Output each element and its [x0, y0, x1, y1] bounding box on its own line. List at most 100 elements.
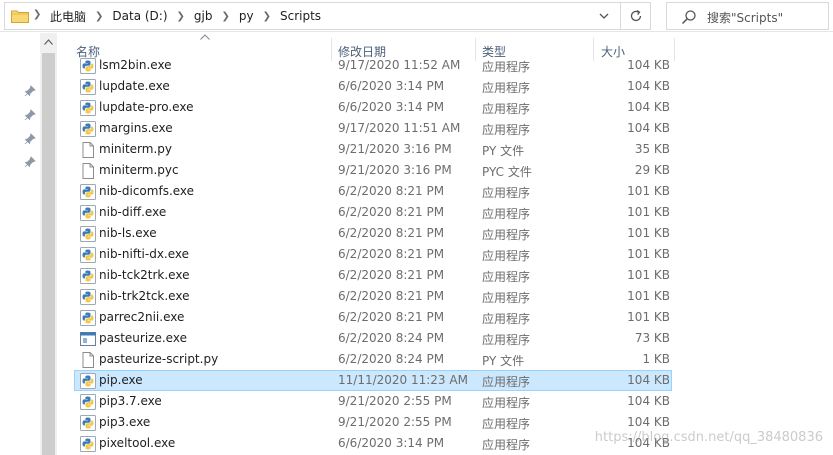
file-row[interactable]: pasteurize.exe 6/2/2020 8:24 PM 应用程序 73 KB — [74, 328, 672, 349]
file-row[interactable]: miniterm.pyc 9/21/2020 3:16 PM PYC 文件 29 KB — [74, 160, 672, 181]
file-date-modified: 6/2/2020 8:21 PM — [338, 268, 445, 282]
file-row[interactable]: nib-diff.exe 6/2/2020 8:21 PM 应用程序 101 KB — [74, 202, 672, 223]
file-row[interactable]: miniterm.py 9/21/2020 3:16 PM PY 文件 35 KB — [74, 139, 672, 160]
file-type: 应用程序 — [482, 291, 531, 305]
scroll-up-arrow-icon[interactable] — [44, 39, 53, 45]
file-name: nib-nifti-dx.exe — [99, 247, 190, 261]
file-row[interactable]: lupdate.exe 6/6/2020 3:14 PM 应用程序 104 KB — [74, 76, 672, 97]
scrollbar-thumb[interactable] — [42, 53, 55, 455]
search-icon — [681, 10, 696, 25]
pin-icon[interactable] — [24, 133, 36, 145]
file-row[interactable]: pasteurize-script.py 6/2/2020 8:24 PM PY 文… — [74, 349, 672, 370]
file-name: pip3.exe — [99, 415, 151, 429]
file-size: 101 KB — [627, 247, 670, 261]
file-size: 35 KB — [634, 142, 670, 156]
address-bar[interactable]: ❯ 此电脑 ❯ Data (D:) ❯ gjb ❯ py ❯ Scripts — [4, 2, 621, 30]
file-name: nib-ls.exe — [99, 226, 157, 240]
file-row[interactable]: parrec2nii.exe 6/2/2020 8:21 PM 应用程序 101 KB — [74, 307, 672, 328]
file-type: PYC 文件 — [482, 165, 532, 179]
breadcrumb-item-scripts[interactable]: Scripts — [277, 9, 324, 23]
file-row[interactable]: pixeltool.exe 6/6/2020 3:14 PM 应用程序 104 KB — [74, 433, 672, 454]
python-exe-icon — [80, 247, 96, 263]
file-type: 应用程序 — [482, 396, 531, 410]
file-row[interactable]: lupdate-pro.exe 6/6/2020 3:14 PM 应用程序 104 K… — [74, 97, 672, 118]
file-size: 104 KB — [627, 373, 670, 387]
file-date-modified: 6/6/2020 3:14 PM — [338, 79, 445, 93]
file-size: 29 KB — [634, 163, 670, 177]
file-row[interactable]: pip3.exe 9/21/2020 2:55 PM 应用程序 104 KB — [74, 412, 672, 433]
file-date-modified: 9/17/2020 11:52 AM — [338, 58, 461, 72]
file-name: nib-diff.exe — [99, 205, 167, 219]
file-date-modified: 9/17/2020 11:51 AM — [338, 121, 461, 135]
file-name: pixeltool.exe — [99, 436, 176, 450]
document-file-icon — [82, 163, 94, 179]
file-type: 应用程序 — [482, 186, 531, 200]
file-size: 101 KB — [627, 268, 670, 282]
file-row[interactable]: nib-dicomfs.exe 6/2/2020 8:21 PM 应用程序 101 K… — [74, 181, 672, 202]
file-list: lsm2bin.exe 9/17/2020 11:52 AM 应用程序 104 KB l… — [57, 57, 833, 455]
file-date-modified: 9/21/2020 3:16 PM — [338, 163, 452, 177]
file-date-modified: 6/2/2020 8:21 PM — [338, 226, 445, 240]
breadcrumb-item-py[interactable]: py — [236, 9, 257, 23]
file-name: nib-dicomfs.exe — [99, 184, 195, 198]
file-type: PY 文件 — [482, 144, 525, 158]
chevron-right-icon[interactable]: ❯ — [171, 11, 191, 22]
chevron-right-icon[interactable]: ❯ — [257, 11, 277, 22]
file-type: 应用程序 — [482, 270, 531, 284]
python-exe-icon — [80, 394, 96, 410]
document-file-icon — [82, 142, 94, 158]
search-box[interactable]: 搜索"Scripts" — [666, 2, 829, 30]
file-row[interactable]: nib-ls.exe 6/2/2020 8:21 PM 应用程序 101 KB — [74, 223, 672, 244]
file-size: 104 KB — [627, 58, 670, 72]
chevron-right-icon[interactable]: ❯ — [89, 11, 109, 22]
chevron-right-icon[interactable]: ❯ — [216, 11, 236, 22]
file-name: lupdate-pro.exe — [99, 100, 194, 114]
file-row[interactable]: pip3.7.exe 9/21/2020 2:55 PM 应用程序 104 KB — [74, 391, 672, 412]
breadcrumb-item-gjb[interactable]: gjb — [191, 9, 216, 23]
file-type: 应用程序 — [482, 60, 531, 74]
python-exe-icon — [80, 184, 96, 200]
refresh-button[interactable] — [621, 2, 651, 30]
file-name: lsm2bin.exe — [99, 58, 172, 72]
chevron-down-icon[interactable] — [596, 8, 612, 24]
file-row[interactable]: lsm2bin.exe 9/17/2020 11:52 AM 应用程序 104 KB — [74, 57, 672, 76]
file-size: 101 KB — [627, 289, 670, 303]
application-window-icon — [80, 332, 96, 346]
python-exe-icon — [80, 289, 96, 305]
file-size: 104 KB — [627, 121, 670, 135]
file-row[interactable]: nib-trk2tck.exe 6/2/2020 8:21 PM 应用程序 101 K… — [74, 286, 672, 307]
file-size: 104 KB — [627, 79, 670, 93]
file-row[interactable]: pip.exe 11/11/2020 11:23 AM 应用程序 104 KB — [74, 370, 672, 391]
file-date-modified: 6/2/2020 8:21 PM — [338, 289, 445, 303]
python-exe-icon — [80, 436, 96, 452]
file-type: 应用程序 — [482, 375, 531, 389]
file-type: 应用程序 — [482, 228, 531, 242]
file-name: parrec2nii.exe — [99, 310, 185, 324]
file-name: pasteurize.exe — [99, 331, 187, 345]
file-name: miniterm.py — [99, 142, 172, 156]
python-exe-icon — [80, 415, 96, 431]
python-exe-icon — [80, 121, 96, 137]
file-date-modified: 6/6/2020 3:14 PM — [338, 436, 445, 450]
file-size: 101 KB — [627, 310, 670, 324]
pin-icon[interactable] — [24, 109, 36, 121]
pin-icon[interactable] — [24, 85, 36, 97]
file-row[interactable]: margins.exe 9/17/2020 11:51 AM 应用程序 104 KB — [74, 118, 672, 139]
file-row[interactable]: nib-nifti-dx.exe 6/2/2020 8:21 PM 应用程序 101 … — [74, 244, 672, 265]
python-exe-icon — [80, 79, 96, 95]
file-name: miniterm.pyc — [99, 163, 179, 177]
breadcrumb-item-data-drive[interactable]: Data (D:) — [109, 9, 170, 23]
file-type: 应用程序 — [482, 81, 531, 95]
chevron-right-icon[interactable]: ❯ — [33, 9, 41, 20]
file-row[interactable]: nib-tck2trk.exe 6/2/2020 8:21 PM 应用程序 101 K… — [74, 265, 672, 286]
file-name: pip3.7.exe — [99, 394, 162, 408]
pin-icon[interactable] — [24, 156, 36, 168]
breadcrumb-item-this-pc[interactable]: 此电脑 — [47, 8, 89, 25]
file-name: nib-tck2trk.exe — [99, 268, 190, 282]
folder-icon — [11, 10, 29, 23]
search-placeholder: 搜索"Scripts" — [707, 11, 784, 25]
python-exe-icon — [80, 205, 96, 221]
vertical-scrollbar[interactable] — [40, 33, 57, 455]
file-type: 应用程序 — [482, 312, 531, 326]
file-name: pip.exe — [99, 373, 143, 387]
